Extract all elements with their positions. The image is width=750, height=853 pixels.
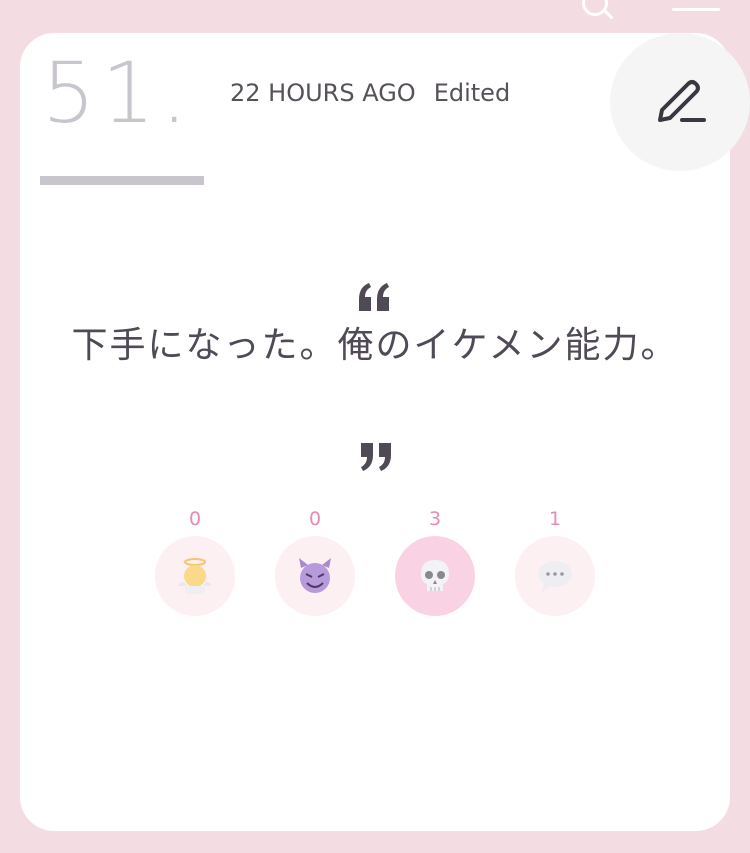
post-time: 22 HOURS AGO — [230, 79, 416, 107]
reaction-angel-button[interactable] — [155, 536, 235, 616]
speech-bubble-icon — [538, 561, 572, 593]
reaction-devil[interactable]: 0 — [275, 505, 355, 616]
reaction-devil-button[interactable] — [275, 536, 355, 616]
menu-icon[interactable] — [672, 8, 720, 11]
reaction-comment-button[interactable] — [515, 536, 595, 616]
reaction-count: 3 — [428, 508, 442, 530]
post-card: 51. 22 HOURS AGO Edited 下手になった。俺のイケメン能力。 … — [20, 33, 750, 831]
reaction-skull[interactable]: 3 — [395, 505, 475, 616]
post-number: 51. — [42, 44, 194, 142]
open-quote-icon — [20, 281, 730, 317]
reaction-skull-button[interactable] — [395, 536, 475, 616]
reaction-count: 1 — [548, 508, 562, 530]
reaction-count: 0 — [308, 508, 322, 530]
reaction-bar: 0 0 3 1 — [20, 505, 730, 625]
angel-icon — [178, 558, 212, 594]
edit-button[interactable] — [610, 33, 750, 171]
post-number-underline — [40, 176, 204, 185]
devil-icon — [299, 558, 331, 593]
search-icon[interactable] — [582, 0, 608, 16]
post-text: 下手になった。俺のイケメン能力。 — [71, 325, 679, 366]
pencil-icon — [658, 80, 706, 122]
close-quote-icon — [20, 441, 730, 477]
reaction-count: 0 — [188, 508, 202, 530]
skull-icon — [421, 560, 449, 591]
edited-label: Edited — [433, 79, 511, 107]
reaction-comment[interactable]: 1 — [515, 505, 595, 616]
post-meta: 22 HOURS AGO Edited — [230, 79, 510, 107]
reaction-angel[interactable]: 0 — [155, 505, 235, 616]
